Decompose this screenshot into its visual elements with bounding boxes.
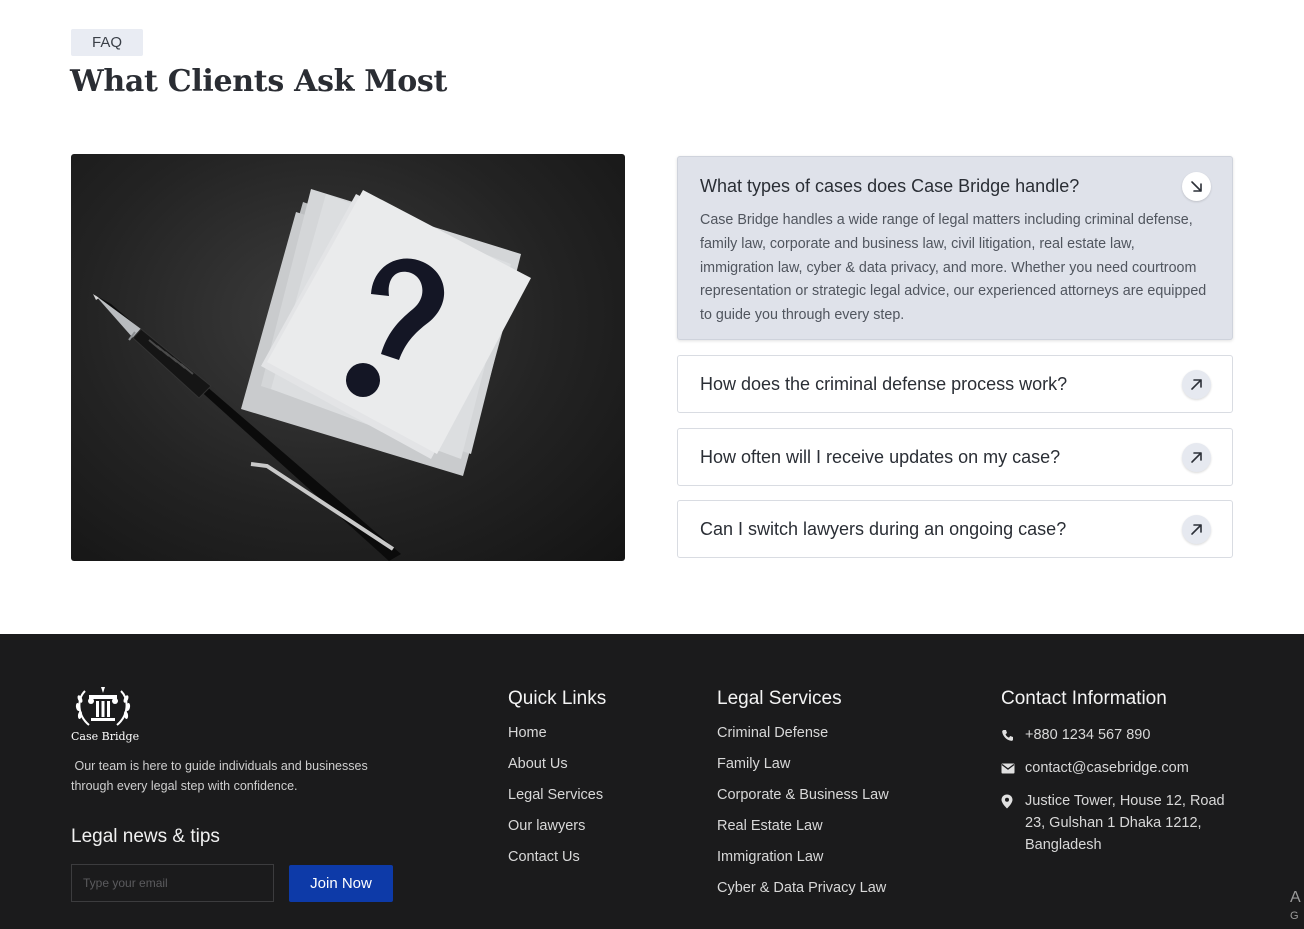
join-now-button[interactable]: Join Now xyxy=(289,865,393,902)
faq-question[interactable]: How does the criminal defense process wo… xyxy=(700,374,1067,395)
brand-name: Case Bridge xyxy=(71,730,140,743)
footer-link-contact[interactable]: Contact Us xyxy=(508,849,603,880)
footer-link-lawyers[interactable]: Our lawyers xyxy=(508,818,603,849)
footer-link-home[interactable]: Home xyxy=(508,725,603,756)
faq-badge: FAQ xyxy=(71,29,143,56)
quick-links-title: Quick Links xyxy=(508,688,607,709)
service-link-family-law[interactable]: Family Law xyxy=(717,756,889,787)
question-cards-pen-illustration xyxy=(93,189,531,561)
arrow-down-right-icon[interactable] xyxy=(1182,172,1211,201)
faq-answer: Case Bridge handles a wide range of lega… xyxy=(700,212,1207,324)
quick-links-list: Home About Us Legal Services Our lawyers… xyxy=(508,725,603,880)
service-link-criminal-defense[interactable]: Criminal Defense xyxy=(717,725,889,756)
arrow-up-right-icon[interactable] xyxy=(1182,370,1211,399)
service-link-real-estate[interactable]: Real Estate Law xyxy=(717,818,889,849)
faq-question[interactable]: What types of cases does Case Bridge han… xyxy=(700,176,1079,197)
service-link-corporate-business[interactable]: Corporate & Business Law xyxy=(717,787,889,818)
contact-title: Contact Information xyxy=(1001,688,1167,709)
brand-description: Our team is here to guide individuals an… xyxy=(71,759,372,793)
faq-question[interactable]: How often will I receive updates on my c… xyxy=(700,447,1060,468)
phone-icon xyxy=(1001,724,1025,746)
faq-item-case-types[interactable]: What types of cases does Case Bridge han… xyxy=(677,156,1233,340)
location-pin-icon xyxy=(1001,790,1025,812)
faq-item-switch-lawyers[interactable]: Can I switch lawyers during an ongoing c… xyxy=(677,500,1233,558)
site-footer: Case Bridge Our team is here to guide in… xyxy=(0,634,1304,929)
clipped-overlay-text: A G xyxy=(1290,889,1301,922)
logo[interactable] xyxy=(71,683,141,736)
footer-link-about[interactable]: About Us xyxy=(508,756,603,787)
contact-address: Justice Tower, House 12, Road 23, Gulsha… xyxy=(1001,790,1230,856)
contact-phone[interactable]: +880 1234 567 890 xyxy=(1001,724,1230,746)
contact-phone-text: +880 1234 567 890 xyxy=(1025,727,1151,743)
arrow-up-right-icon[interactable] xyxy=(1182,443,1211,472)
faq-item-updates[interactable]: How often will I receive updates on my c… xyxy=(677,428,1233,486)
newsletter-title: Legal news & tips xyxy=(71,826,220,847)
contact-email[interactable]: contact@casebridge.com xyxy=(1001,757,1230,779)
legal-services-list: Criminal Defense Family Law Corporate & … xyxy=(717,725,889,911)
contact-address-text: Justice Tower, House 12, Road 23, Gulsha… xyxy=(1025,793,1225,853)
pillar-laurel-logo-icon xyxy=(75,687,131,726)
footer-link-legal-services[interactable]: Legal Services xyxy=(508,787,603,818)
faq-image xyxy=(71,154,625,561)
legal-services-title: Legal Services xyxy=(717,688,842,709)
mail-icon xyxy=(1001,757,1025,779)
service-link-cyber-privacy[interactable]: Cyber & Data Privacy Law xyxy=(717,880,889,911)
faq-item-criminal-defense[interactable]: How does the criminal defense process wo… xyxy=(677,355,1233,413)
newsletter-email-input[interactable] xyxy=(71,864,274,902)
faq-section: FAQ What Clients Ask Most What types of … xyxy=(0,0,1304,634)
service-link-immigration[interactable]: Immigration Law xyxy=(717,849,889,880)
contact-email-text: contact@casebridge.com xyxy=(1025,760,1189,776)
card-stack-graphic xyxy=(241,189,531,476)
faq-question[interactable]: Can I switch lawyers during an ongoing c… xyxy=(700,519,1066,540)
arrow-up-right-icon[interactable] xyxy=(1182,515,1211,544)
faq-title: What Clients Ask Most xyxy=(70,64,448,99)
